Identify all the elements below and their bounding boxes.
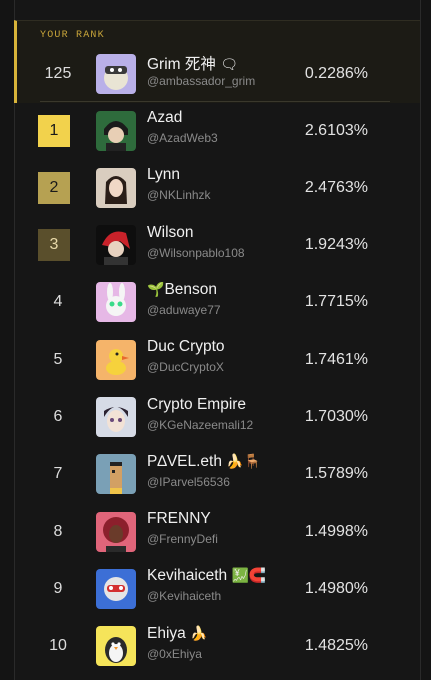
user-name-text: Kevihaiceth: [147, 567, 228, 585]
user-handle: @AzadWeb3: [147, 131, 218, 145]
robot-avatar[interactable]: [96, 568, 136, 609]
share-percent: 1.5789%: [304, 465, 368, 483]
user-handle: @KGeNazeemali12: [147, 417, 254, 432]
user-name-text: Crypto Empire: [147, 395, 247, 413]
name-emoji: 🗨: [220, 56, 238, 72]
woman-photo-avatar[interactable]: [96, 167, 136, 208]
user-name: Ehiya 🍌: [147, 625, 208, 643]
my-rank-row[interactable]: 125 Grim 死神 🗨 @ambassador_grim 0.2286%: [14, 45, 419, 102]
user-handle: @Wilsonpablo108: [147, 245, 245, 260]
red-hair-avatar[interactable]: [96, 225, 136, 266]
curly-hair-avatar[interactable]: [96, 511, 136, 552]
user-name: Duc Crypto: [147, 338, 225, 356]
share-percent: 1.4980%: [304, 579, 368, 597]
leaderboard-row[interactable]: 6 Crypto Empire @KGeNazeemali12 1.7030%: [14, 389, 419, 446]
duck-avatar[interactable]: [96, 339, 136, 380]
user-name: Crypto Empire: [147, 396, 246, 414]
user-handle: @0xEhiya: [147, 646, 202, 661]
user-handle: @IParvel56536: [147, 474, 230, 489]
rank-number: 6: [53, 408, 63, 425]
share-percent: 1.7461%: [304, 350, 368, 368]
user-handle: @Kevihaiceth: [147, 589, 222, 604]
leaderboard-row[interactable]: 5 Duc Crypto @DucCryptoX 1.7461%: [14, 331, 419, 388]
user-handle: @DucCryptoX: [147, 360, 224, 375]
rank-number: 5: [53, 350, 63, 368]
user-name: FRENNY: [147, 510, 211, 528]
user-name-text: Wilson: [147, 223, 194, 241]
leaderboard-row[interactable]: 9 Kevihaiceth 💹🧲 @Kevihaiceth 1.4980%: [14, 560, 419, 617]
share-percent: 2.4763%: [304, 178, 368, 196]
user-name-text: P∆VEL.eth: [147, 452, 222, 470]
rank-number: 125: [44, 64, 72, 82]
user-handle: @aduwaye77: [147, 302, 221, 317]
leaderboard-row[interactable]: 2 Lynn @NKLinhzk 2.4763%: [14, 159, 419, 216]
user-name: Azad: [147, 109, 182, 127]
rank-number: 9: [53, 579, 63, 597]
user-name: P∆VEL.eth 🍌🪑: [147, 453, 261, 471]
user-name: Kevihaiceth 💹🧲: [147, 567, 266, 585]
leaderboard-row[interactable]: 10 Ehiya 🍌 @0xEhiya 1.4825%: [14, 618, 419, 675]
share-percent: 1.7030%: [304, 408, 368, 425]
user-name-text: Ehiya: [147, 624, 186, 642]
name-emoji: 🍌🪑: [226, 452, 262, 469]
rank-badge: 1: [38, 114, 70, 147]
anime-boy-avatar[interactable]: [96, 110, 136, 151]
leaderboard-row[interactable]: 1 Azad @AzadWeb3 2.6103%: [14, 102, 419, 159]
user-handle: @FrennyDefi: [147, 532, 218, 547]
rank-number: 8: [53, 522, 63, 540]
user-handle: @ambassador_grim: [147, 74, 256, 88]
moon-cat-avatar[interactable]: [96, 53, 136, 94]
user-name: 🌱Benson: [147, 281, 217, 299]
penguin-avatar[interactable]: [96, 626, 136, 667]
name-emoji: 🍌: [190, 624, 208, 641]
share-percent: 2.6103%: [304, 121, 368, 139]
pixel-punk-avatar[interactable]: [96, 454, 136, 495]
name-emoji-prefix: 🌱: [147, 280, 165, 297]
your-rank-label: YOUR RANK: [40, 30, 105, 41]
user-name-text: Benson: [164, 280, 218, 298]
user-name-text: Lynn: [147, 166, 181, 184]
user-name-text: Azad: [147, 109, 183, 126]
user-name-text: FRENNY: [147, 510, 211, 528]
user-handle: @NKLinhzk: [147, 188, 211, 203]
leaderboard-row[interactable]: 8 FRENNY @FrennyDefi 1.4998%: [14, 503, 419, 560]
user-name: Lynn: [147, 166, 180, 184]
user-name-text: Duc Crypto: [147, 338, 225, 356]
bunny-avatar[interactable]: [96, 282, 136, 323]
user-name-text: Grim 死神: [147, 56, 216, 73]
share-percent: 1.7715%: [304, 293, 368, 311]
leaderboard-row[interactable]: 3 Wilson @Wilsonpablo108 1.9243%: [14, 217, 419, 274]
rank-badge: 2: [38, 171, 70, 204]
leaderboard-row[interactable]: 7 P∆VEL.eth 🍌🪑 @IParvel56536 1.5789%: [14, 446, 419, 503]
rank-number: 4: [53, 293, 63, 311]
share-percent: 1.4998%: [304, 522, 368, 540]
rank-number: 10: [49, 637, 67, 655]
user-name: Wilson: [147, 224, 194, 242]
name-emoji: 💹🧲: [231, 567, 267, 584]
rank-badge: 3: [38, 229, 70, 262]
user-name: Grim 死神 🗨: [147, 52, 238, 74]
leaderboard-row[interactable]: 4 🌱Benson @aduwaye77 1.7715%: [14, 274, 419, 331]
share-percent: 1.4825%: [304, 637, 368, 655]
rank-number: 7: [53, 465, 63, 483]
share-percent: 1.9243%: [304, 236, 368, 254]
share-percent: 0.2286%: [304, 64, 368, 82]
anime-face-avatar[interactable]: [96, 397, 136, 437]
